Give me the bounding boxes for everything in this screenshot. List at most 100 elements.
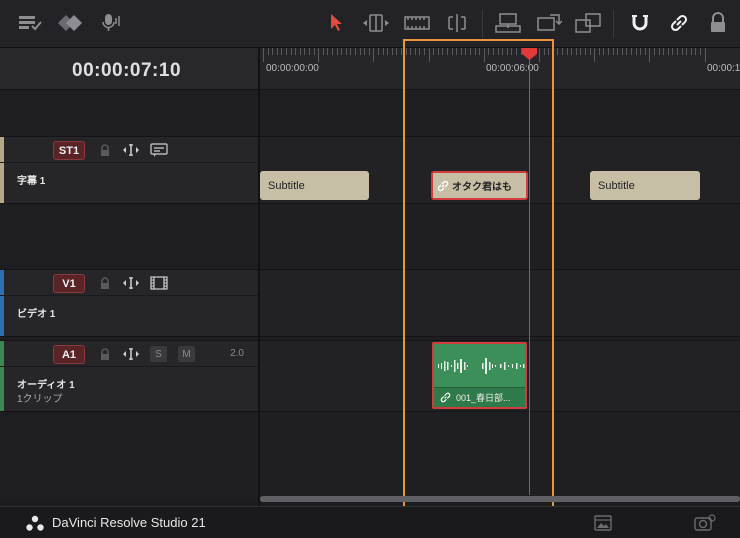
insert-clip-icon[interactable] <box>494 10 522 36</box>
track-name[interactable]: オーディオ 1 <box>17 376 75 391</box>
ruler-tick <box>332 48 333 55</box>
auto-track-selector-icon[interactable] <box>122 275 140 291</box>
track-name[interactable]: ビデオ 1 <box>17 305 55 320</box>
ruler-tick <box>640 48 642 55</box>
track-badge[interactable]: A1 <box>53 345 85 364</box>
ruler-tick <box>341 48 343 55</box>
ruler-tick <box>368 48 370 55</box>
track-header-controls: ST1 <box>0 137 258 163</box>
ruler-tick <box>589 48 591 55</box>
ruler-tick <box>608 48 609 55</box>
ruler-label: 00:00:00:00 <box>266 63 319 74</box>
ruler-tick <box>649 48 651 62</box>
ruler-tick <box>276 48 278 55</box>
ruler-tick <box>299 48 301 55</box>
ruler-tick <box>663 48 665 55</box>
lock-icon[interactable] <box>96 275 114 291</box>
blade-icon[interactable] <box>443 10 471 36</box>
ruler-tick <box>382 48 384 55</box>
scrollbar-thumb[interactable] <box>260 496 740 502</box>
ruler-tick <box>286 48 287 55</box>
ruler-tick <box>304 48 306 55</box>
ruler-tick <box>566 48 568 55</box>
ruler-tick <box>658 48 660 55</box>
ruler-tick <box>557 48 559 55</box>
subtitle-enable-icon[interactable] <box>150 142 168 158</box>
ruler-tick <box>322 48 324 55</box>
subtitle-clip[interactable]: Subtitle <box>260 171 369 200</box>
timeline-horizontal-scrollbar[interactable] <box>260 496 740 502</box>
camera-icon[interactable] <box>694 514 716 532</box>
ruler-tick <box>290 48 292 55</box>
ruler-tick <box>704 48 706 62</box>
trim-edit-icon[interactable] <box>362 10 390 36</box>
ruler-tick <box>396 48 398 55</box>
mute-button[interactable]: M <box>178 346 195 362</box>
ruler-tick <box>281 48 283 55</box>
track-header-subtitle[interactable]: ST1 字幕 1 <box>0 136 258 204</box>
ruler-tick <box>603 48 605 55</box>
solo-button[interactable]: S <box>150 346 167 362</box>
ruler-tick <box>631 48 632 55</box>
media-pool-icon[interactable] <box>594 515 612 531</box>
auto-track-selector-icon[interactable] <box>122 142 140 158</box>
position-lock-icon[interactable] <box>704 10 732 36</box>
ruler-tick <box>585 48 586 55</box>
app-brand-name: DaVinci Resolve Studio 21 <box>52 515 206 530</box>
ruler-label: 00:00:1 <box>707 63 740 74</box>
ruler-tick <box>401 48 402 55</box>
ruler-tick <box>313 48 315 55</box>
ruler-tick <box>318 48 320 62</box>
voiceover-mic-icon[interactable] <box>97 10 125 36</box>
track-header-controls: V1 <box>0 270 258 296</box>
ruler-tick <box>364 48 366 55</box>
ruler-tick <box>336 48 338 55</box>
track-name[interactable]: 字幕 1 <box>17 172 45 187</box>
ruler-tick <box>598 48 600 55</box>
davinci-logo-icon <box>26 515 44 531</box>
ruler-tick <box>562 48 563 55</box>
lock-icon[interactable] <box>96 142 114 158</box>
ruler-tick <box>626 48 628 55</box>
ruler-tick <box>355 48 356 55</box>
track-badge[interactable]: V1 <box>53 274 85 293</box>
app-footer: DaVinci Resolve Studio 21 <box>0 506 740 538</box>
dynamic-trim-icon[interactable] <box>403 10 431 36</box>
ruler-tick <box>594 48 596 62</box>
snapping-icon[interactable] <box>626 10 654 36</box>
ruler-tick <box>635 48 637 55</box>
timecode-display[interactable]: 00:00:07:10 <box>72 60 181 82</box>
ruler-tick <box>387 48 389 55</box>
ruler-tick <box>575 48 577 55</box>
lock-icon[interactable] <box>96 346 114 362</box>
ruler-tick <box>327 48 329 55</box>
ruler-tick <box>700 48 701 55</box>
selection-pointer-icon[interactable] <box>322 10 350 36</box>
ruler-tick <box>654 48 655 55</box>
ruler-tick <box>681 48 683 55</box>
track-badge[interactable]: ST1 <box>53 141 85 160</box>
track-header-audio[interactable]: A1 S M 2.0 オーディオ 1 1クリップ <box>0 340 258 412</box>
ruler-tick <box>350 48 352 55</box>
ruler-tick <box>690 48 692 55</box>
replace-clip-icon[interactable] <box>574 10 602 36</box>
ruler-tick <box>612 48 614 55</box>
ruler-tick <box>378 48 379 55</box>
ruler-tick <box>309 48 310 55</box>
track-headers: ST1 字幕 1 V1 ビデオ 1 A1 S M 2.0 オーディオ 1 1クリ… <box>0 90 258 500</box>
timeline-view-options-icon[interactable] <box>16 10 44 36</box>
linked-selection-icon[interactable] <box>665 10 693 36</box>
overwrite-clip-icon[interactable] <box>535 10 563 36</box>
ruler-tick <box>617 48 619 55</box>
ruler-tick <box>345 48 347 55</box>
marker-icon[interactable] <box>56 10 84 36</box>
toolbar-separator <box>613 10 614 38</box>
ruler-tick <box>672 48 674 55</box>
video-enable-icon[interactable] <box>150 275 168 291</box>
track-header-video[interactable]: V1 ビデオ 1 <box>0 269 258 337</box>
ruler-tick <box>571 48 573 55</box>
ruler-tick <box>391 48 393 55</box>
track-header-controls: A1 S M 2.0 <box>0 341 258 367</box>
auto-track-selector-icon[interactable] <box>122 346 140 362</box>
subtitle-clip[interactable]: Subtitle <box>590 171 700 200</box>
